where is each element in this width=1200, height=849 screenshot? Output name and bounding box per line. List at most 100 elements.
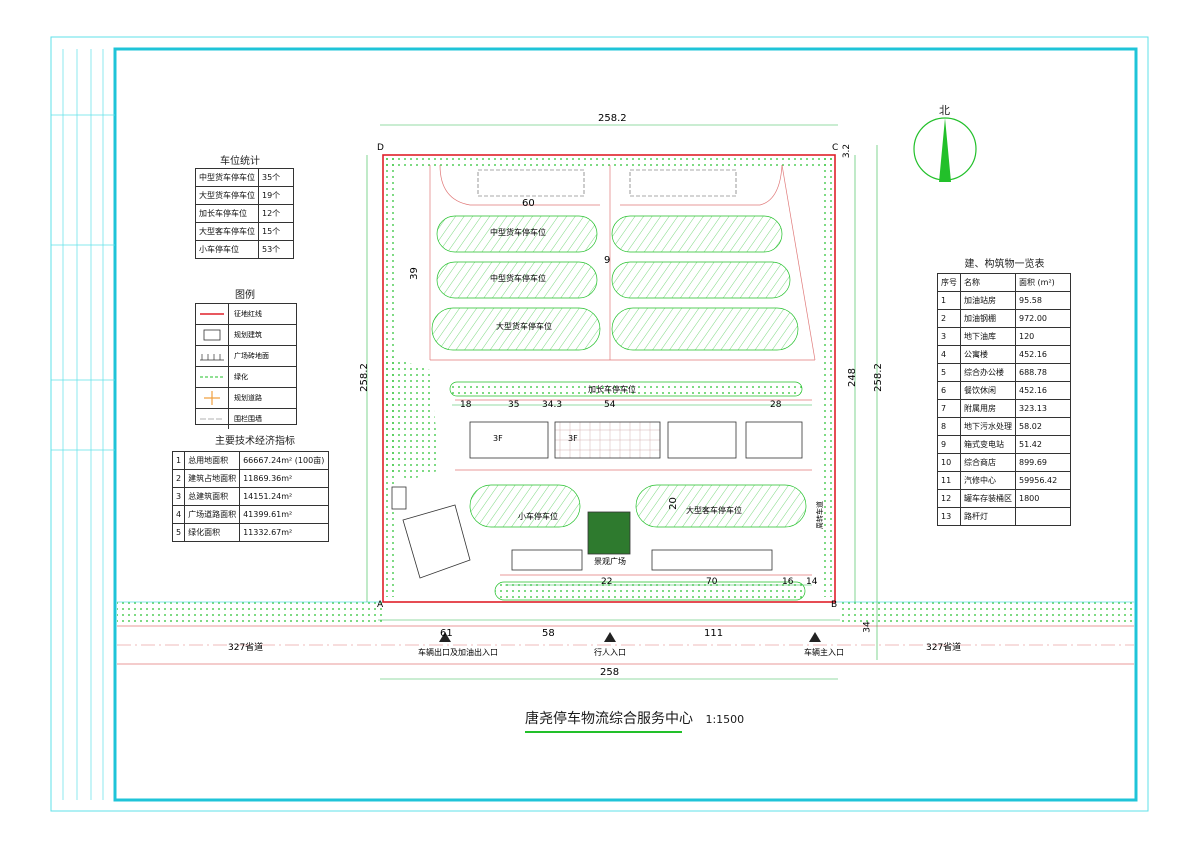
- building-no-cell: 1: [937, 291, 961, 310]
- building-no-cell: 8: [937, 417, 961, 436]
- building-area-cell: 120: [1015, 327, 1071, 346]
- parking-stats-title: 车位统计: [220, 156, 260, 167]
- parking-type-cell: 大型货车停车位: [195, 186, 259, 205]
- table-row: 13 路杆灯: [937, 507, 1071, 526]
- building-no-cell: 2: [937, 309, 961, 328]
- parking-count-cell: 35个: [258, 168, 294, 187]
- table-row: 2 加油钢棚 972.00: [937, 309, 1071, 328]
- building-area-cell: 95.58: [1015, 291, 1071, 310]
- legend-item-building: 规划建筑: [196, 325, 296, 346]
- building-name-cell: 餐饮休闲: [960, 381, 1016, 400]
- building-area-cell: 452.16: [1015, 381, 1071, 400]
- table-row: 大型货车停车位 19个: [195, 186, 294, 205]
- table-row: 中型货车停车位 35个: [195, 168, 294, 187]
- tank-truck-area: [477, 169, 737, 197]
- parking-type-cell: 加长车停车位: [195, 204, 259, 223]
- parking-count-cell: 19个: [258, 186, 294, 205]
- legend-item-road: 规划道路: [196, 388, 296, 409]
- building-name-cell: 路杆灯: [960, 507, 1016, 526]
- table-row: 4 广场道路面积 41399.61m²: [171, 505, 330, 524]
- building-no-cell: 13: [937, 507, 961, 526]
- tech-indicators-table: 1 总用地面积 66667.24m² (100亩) 2 建筑占地面积 11869.36m²…: [171, 451, 330, 542]
- legend-item-fence: 围栏围墙: [196, 409, 296, 429]
- parking-type-cell: 小车停车位: [195, 240, 259, 259]
- table-row: 1 总用地面积 66667.24m² (100亩): [171, 451, 330, 470]
- building-no-cell: 10: [937, 453, 961, 472]
- parking-count-cell: 15个: [258, 222, 294, 241]
- table-row: 3 总建筑面积 14151.24m²: [171, 487, 330, 506]
- indicator-item-cell: 建筑占地面积: [184, 469, 241, 488]
- table-row: 7 附属用房 323.13: [937, 399, 1071, 418]
- legend-box: 征地红线 规划建筑 广场砖地面 绿化 规划道路 围栏围墙: [195, 303, 297, 429]
- building-area-cell: 452.16: [1015, 345, 1071, 364]
- provincial-road: [117, 601, 1134, 665]
- table-row: 小车停车位 53个: [195, 240, 294, 259]
- building-no-cell: 3: [937, 327, 961, 346]
- building-area-header: 面积 (m²): [1015, 273, 1071, 292]
- building-name-cell: 罐车存装桶区: [960, 489, 1016, 508]
- table-row: 大型客车停车位 15个: [195, 222, 294, 241]
- table-row: 2 建筑占地面积 11869.36m²: [171, 469, 330, 488]
- building-area-cell: 1800: [1015, 489, 1071, 508]
- table-header-row: 序号 名称 面积 (m²): [937, 273, 1071, 292]
- indicator-value-cell: 14151.24m²: [239, 487, 330, 506]
- building-name-cell: 加油钢棚: [960, 309, 1016, 328]
- table-row: 5 绿化面积 11332.67m²: [171, 523, 330, 542]
- legend-item-plaza: 广场砖地面: [196, 346, 296, 367]
- building-name-cell: 箱式变电站: [960, 435, 1016, 454]
- parking-type-cell: 中型货车停车位: [195, 168, 259, 187]
- table-row: 9 箱式变电站 51.42: [937, 435, 1071, 454]
- table-row: 5 综合办公楼 688.78: [937, 363, 1071, 382]
- building-area-cell: 323.13: [1015, 399, 1071, 418]
- building-name-cell: 地下油库: [960, 327, 1016, 346]
- north-label: 北: [939, 104, 950, 117]
- binding-margin: [51, 49, 115, 800]
- building-no-header: 序号: [937, 273, 961, 292]
- building-name-cell: 附属用房: [960, 399, 1016, 418]
- drawing-title: 唐尧停车物流综合服务中心 1:1500: [525, 708, 744, 728]
- indicator-no-cell: 3: [171, 487, 186, 506]
- building-area-cell: 972.00: [1015, 309, 1071, 328]
- building-no-cell: 7: [937, 399, 961, 418]
- legend-item-redline: 征地红线: [196, 304, 296, 325]
- building-no-cell: 9: [937, 435, 961, 454]
- table-row: 加长车停车位 12个: [195, 204, 294, 223]
- table-row: 8 地下污水处理 58.02: [937, 417, 1071, 436]
- indicator-value-cell: 11869.36m²: [239, 469, 330, 488]
- drawing-title-name: 唐尧停车物流综合服务中心: [525, 711, 693, 727]
- building-area-cell: 899.69: [1015, 453, 1071, 472]
- building-no-cell: 4: [937, 345, 961, 364]
- building-name-cell: 汽修中心: [960, 471, 1016, 490]
- building-no-cell: 11: [937, 471, 961, 490]
- buildings-title: 建、构筑物一览表: [964, 259, 1045, 270]
- building-name-cell: 加油站房: [960, 291, 1016, 310]
- building-name-cell: 综合商店: [960, 453, 1016, 472]
- building-area-cell: 59956.42: [1015, 471, 1071, 490]
- parking-count-cell: 53个: [258, 240, 294, 259]
- legend-title: 图例: [235, 290, 255, 301]
- indicator-item-cell: 广场道路面积: [184, 505, 241, 524]
- building-area-cell: 688.78: [1015, 363, 1071, 382]
- indicator-no-cell: 5: [171, 523, 186, 542]
- building-name-cell: 综合办公楼: [960, 363, 1016, 382]
- table-row: 10 综合商店 899.69: [937, 453, 1071, 472]
- indicator-value-cell: 41399.61m²: [239, 505, 330, 524]
- indicator-item-cell: 总用地面积: [184, 451, 241, 470]
- parking-stats-table: 中型货车停车位 35个 大型货车停车位 19个 加长车停车位 12个 大型客车停车位 15个小…: [195, 168, 294, 259]
- building-no-cell: 5: [937, 363, 961, 382]
- building-name-cell: 公寓楼: [960, 345, 1016, 364]
- table-row: 1 加油站房 95.58: [937, 291, 1071, 310]
- building-no-cell: 6: [937, 381, 961, 400]
- parking-count-cell: 12个: [258, 204, 294, 223]
- building-name-header: 名称: [960, 273, 1016, 292]
- table-row: 12 罐车存装桶区 1800: [937, 489, 1071, 508]
- indicator-value-cell: 66667.24m² (100亩): [239, 451, 330, 470]
- table-row: 3 地下油库 120: [937, 327, 1071, 346]
- indicator-item-cell: 绿化面积: [184, 523, 241, 542]
- indicator-no-cell: 2: [171, 469, 186, 488]
- building-area-cell: [1015, 507, 1071, 526]
- indicator-item-cell: 总建筑面积: [184, 487, 241, 506]
- buildings-table: 序号 名称 面积 (m²) 1 加油站房 95.58 2 加油钢棚 972.00 3 地下油库 120…: [937, 273, 1071, 526]
- table-row: 11 汽修中心 59956.42: [937, 471, 1071, 490]
- indicator-value-cell: 11332.67m²: [239, 523, 330, 542]
